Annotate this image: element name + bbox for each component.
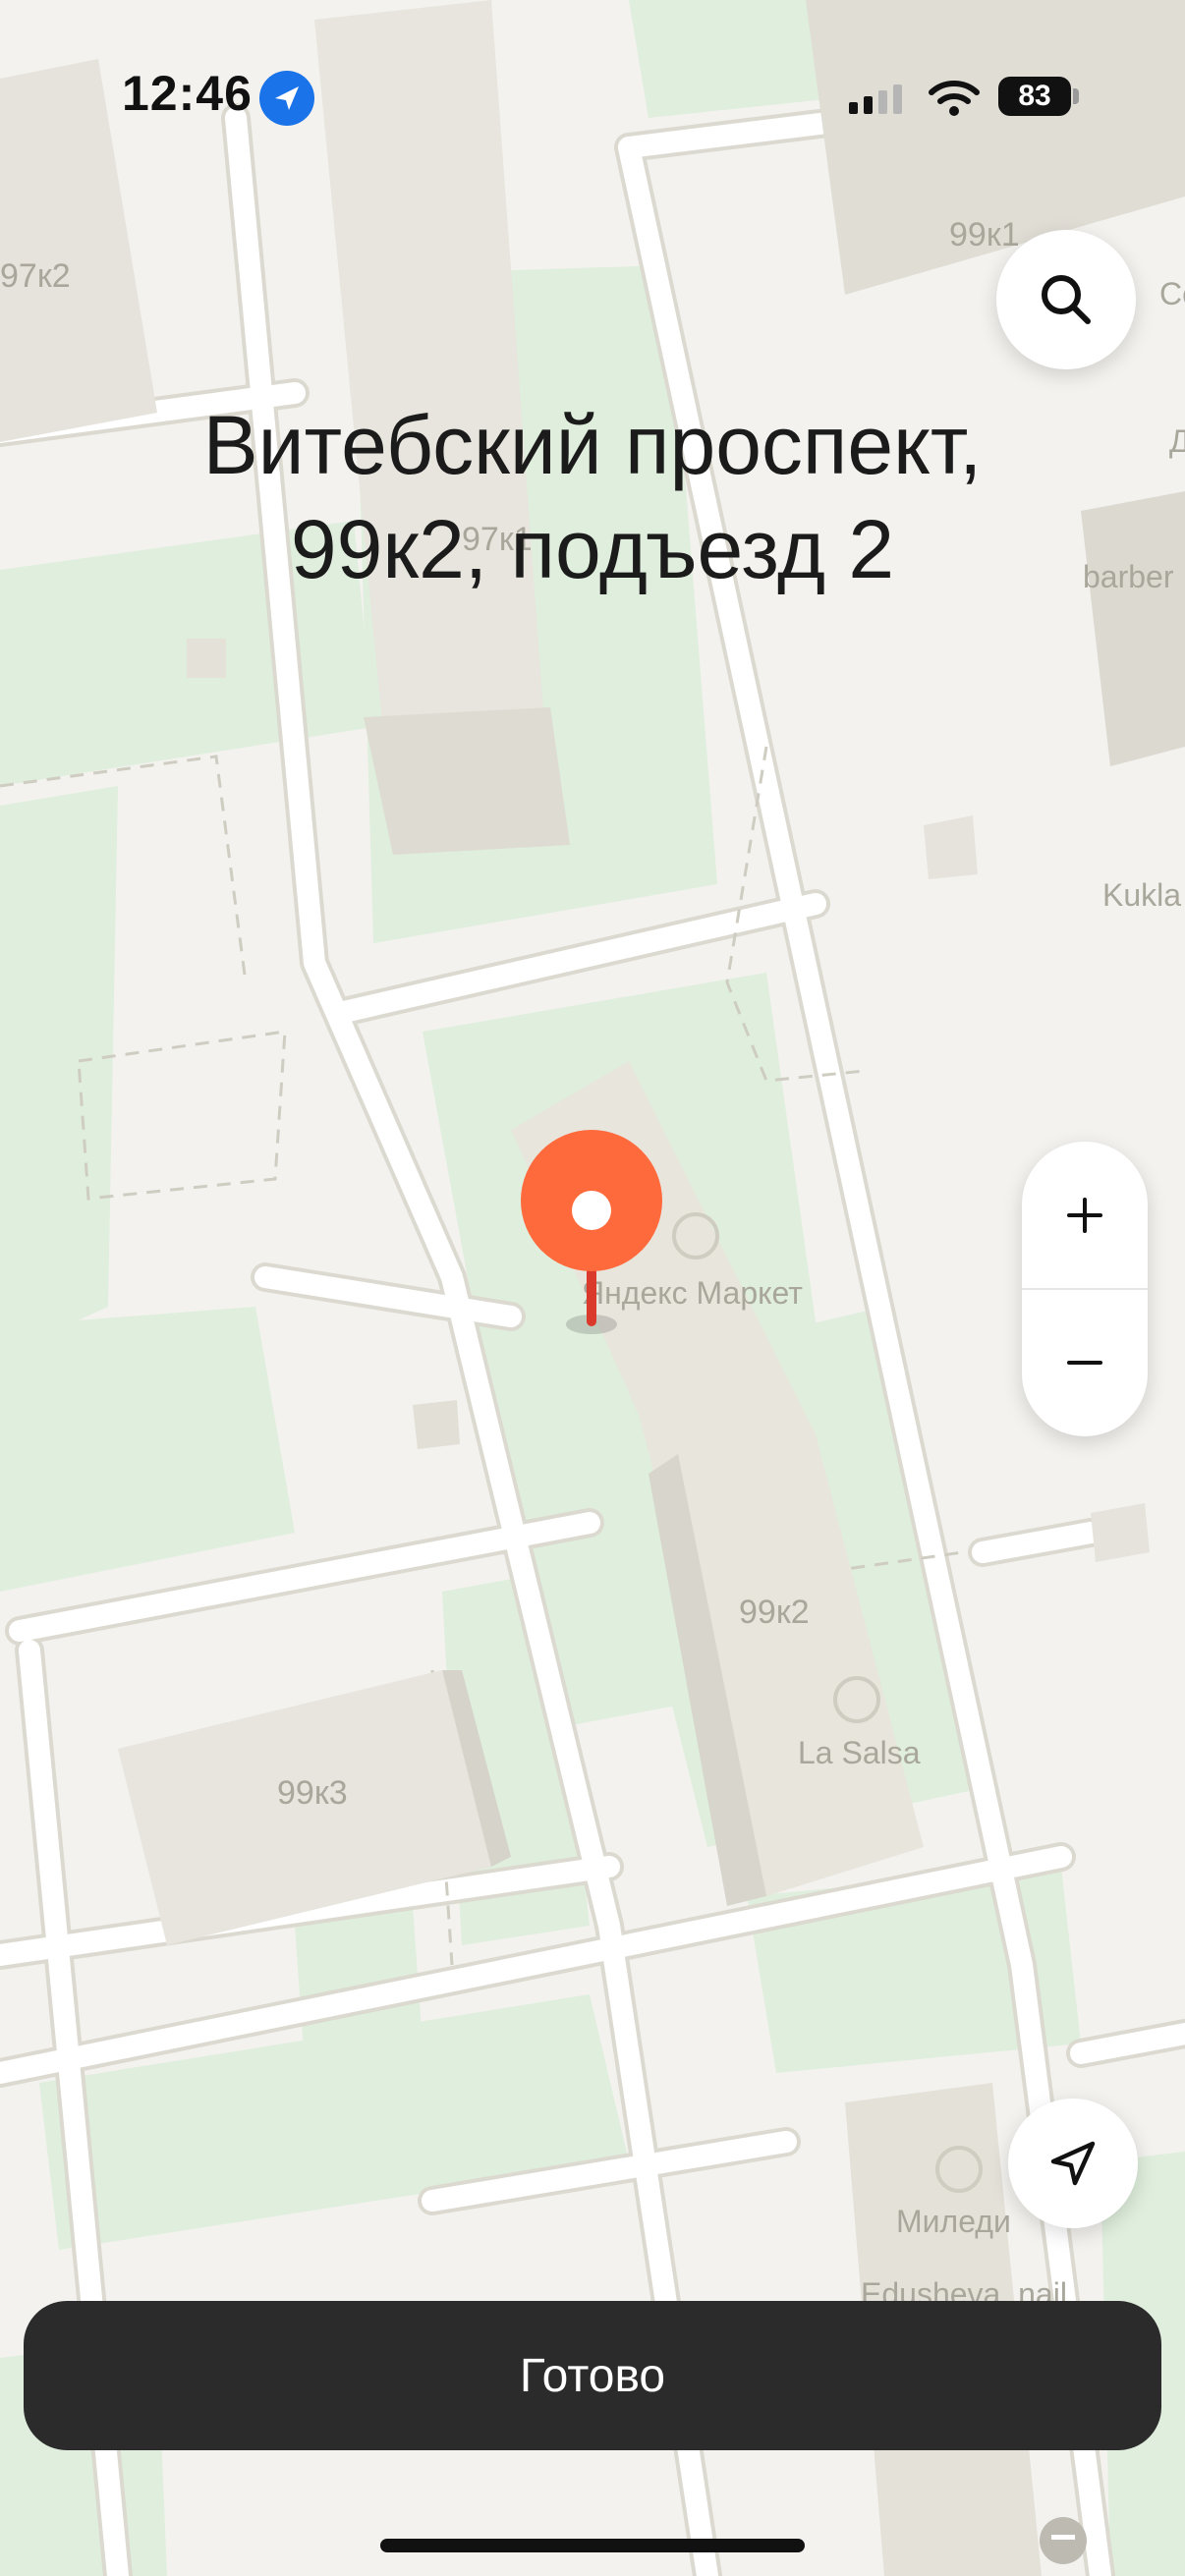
done-button[interactable]: Готово: [24, 2301, 1161, 2450]
address-title: Витебский проспект, 99к2, подъезд 2: [98, 393, 1087, 601]
poi-label-miledi[interactable]: Миледи: [896, 2204, 1011, 2239]
battery-icon: 83: [998, 77, 1071, 116]
location-arrow-icon: [259, 71, 314, 126]
home-indicator[interactable]: [380, 2539, 805, 2552]
poi-label-la-salsa[interactable]: La Salsa: [798, 1735, 921, 1770]
zoom-out-button[interactable]: [1022, 1289, 1148, 1436]
signal-icon: [847, 83, 906, 123]
map-canvas[interactable]: 97к2 99к1 97к1 99к2 99к3 Яндекс Маркет L…: [0, 0, 1185, 2576]
poi-label-kukla[interactable]: Kukla: [1102, 877, 1181, 913]
poi-label-barber[interactable]: barber: [1083, 559, 1174, 594]
poi-label-partial: Д: [1169, 423, 1185, 459]
search-icon: [1042, 275, 1091, 324]
poi-label-market[interactable]: Яндекс Маркет: [582, 1275, 803, 1311]
status-time: 12:46: [122, 66, 253, 121]
building-label: 99к1: [949, 216, 1020, 253]
wifi-icon: [928, 79, 981, 123]
navigation-arrow-icon: [1050, 2141, 1096, 2186]
address-line-1: Витебский проспект,: [202, 399, 983, 491]
minus-icon: [1067, 1361, 1102, 1365]
zoom-in-button[interactable]: [1022, 1142, 1148, 1289]
my-location-button[interactable]: [1008, 2099, 1138, 2228]
restaurant-poi-icon[interactable]: [1040, 2517, 1087, 2564]
battery-cap: [1073, 88, 1079, 104]
building-label: 97к2: [0, 257, 71, 295]
plus-icon: [1067, 1198, 1102, 1233]
building-label: 99к2: [739, 1594, 810, 1631]
search-button[interactable]: [996, 230, 1136, 369]
zoom-controls: [1022, 1142, 1148, 1436]
building-label: 99к3: [277, 1774, 348, 1812]
address-line-2: 99к2, подъезд 2: [290, 503, 895, 595]
poi-label-partial: Co: [1159, 276, 1185, 311]
